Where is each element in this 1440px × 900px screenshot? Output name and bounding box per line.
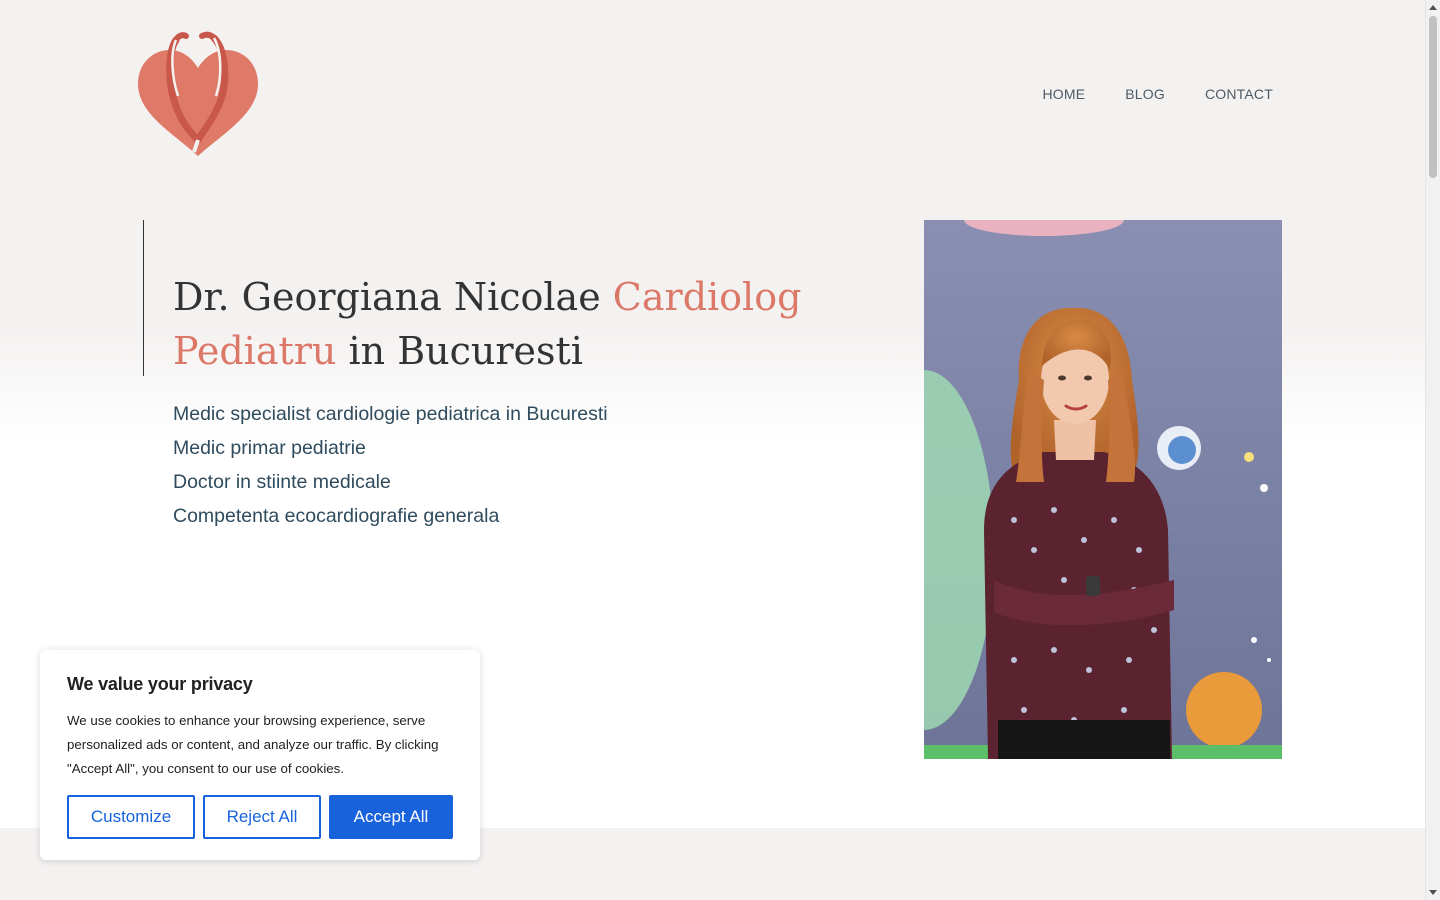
nav-blog[interactable]: BLOG bbox=[1125, 86, 1165, 102]
main-nav: HOME BLOG CONTACT bbox=[1042, 86, 1273, 102]
credential-item: Competenta ecocardiografie generala bbox=[173, 505, 500, 527]
customize-button[interactable]: Customize bbox=[67, 795, 195, 839]
cookie-description: We use cookies to enhance your browsing … bbox=[67, 713, 439, 776]
page: HOME BLOG CONTACT Dr. Georgiana Nicolae … bbox=[0, 0, 1425, 900]
credentials-list: Medic specialist cardiologie pediatrica … bbox=[173, 397, 608, 533]
scroll-down-icon[interactable] bbox=[1429, 890, 1437, 895]
hero-title-name: Dr. Georgiana Nicolae bbox=[173, 275, 613, 319]
doctor-portrait-photo bbox=[924, 220, 1282, 759]
hero-title-location: in Bucuresti bbox=[336, 329, 583, 373]
cookie-buttons: Customize Reject All Accept All bbox=[67, 795, 453, 839]
accept-all-button[interactable]: Accept All bbox=[329, 795, 453, 839]
vertical-scrollbar[interactable] bbox=[1425, 0, 1440, 900]
hero-accent-line bbox=[143, 220, 144, 376]
cookie-consent-banner: We value your privacy We use cookies to … bbox=[40, 650, 480, 860]
reject-all-button[interactable]: Reject All bbox=[203, 795, 321, 839]
credential-item: Medic primar pediatrie bbox=[173, 437, 366, 459]
scroll-up-icon[interactable] bbox=[1429, 5, 1437, 10]
logo-heart-stethoscope-icon[interactable] bbox=[134, 30, 262, 160]
credential-item: Doctor in stiinte medicale bbox=[173, 471, 391, 493]
nav-contact[interactable]: CONTACT bbox=[1205, 86, 1273, 102]
hero-title: Dr. Georgiana Nicolae Cardiolog Pediatru… bbox=[173, 270, 813, 378]
nav-home[interactable]: HOME bbox=[1042, 86, 1085, 102]
scrollbar-thumb[interactable] bbox=[1429, 16, 1437, 178]
cookie-title: We value your privacy bbox=[67, 674, 253, 694]
credential-item: Medic specialist cardiologie pediatrica … bbox=[173, 403, 608, 425]
